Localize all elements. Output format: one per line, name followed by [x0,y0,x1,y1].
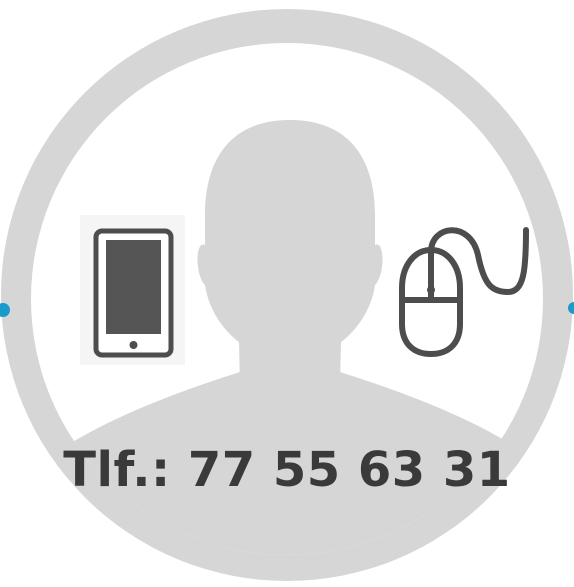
mouse-scroll-wheel [427,286,435,294]
phone-number-text: Tlf.: 77 55 63 31 [63,442,511,498]
smartphone-icon [80,215,185,365]
contact-card: Tlf.: 77 55 63 31 [0,0,574,587]
